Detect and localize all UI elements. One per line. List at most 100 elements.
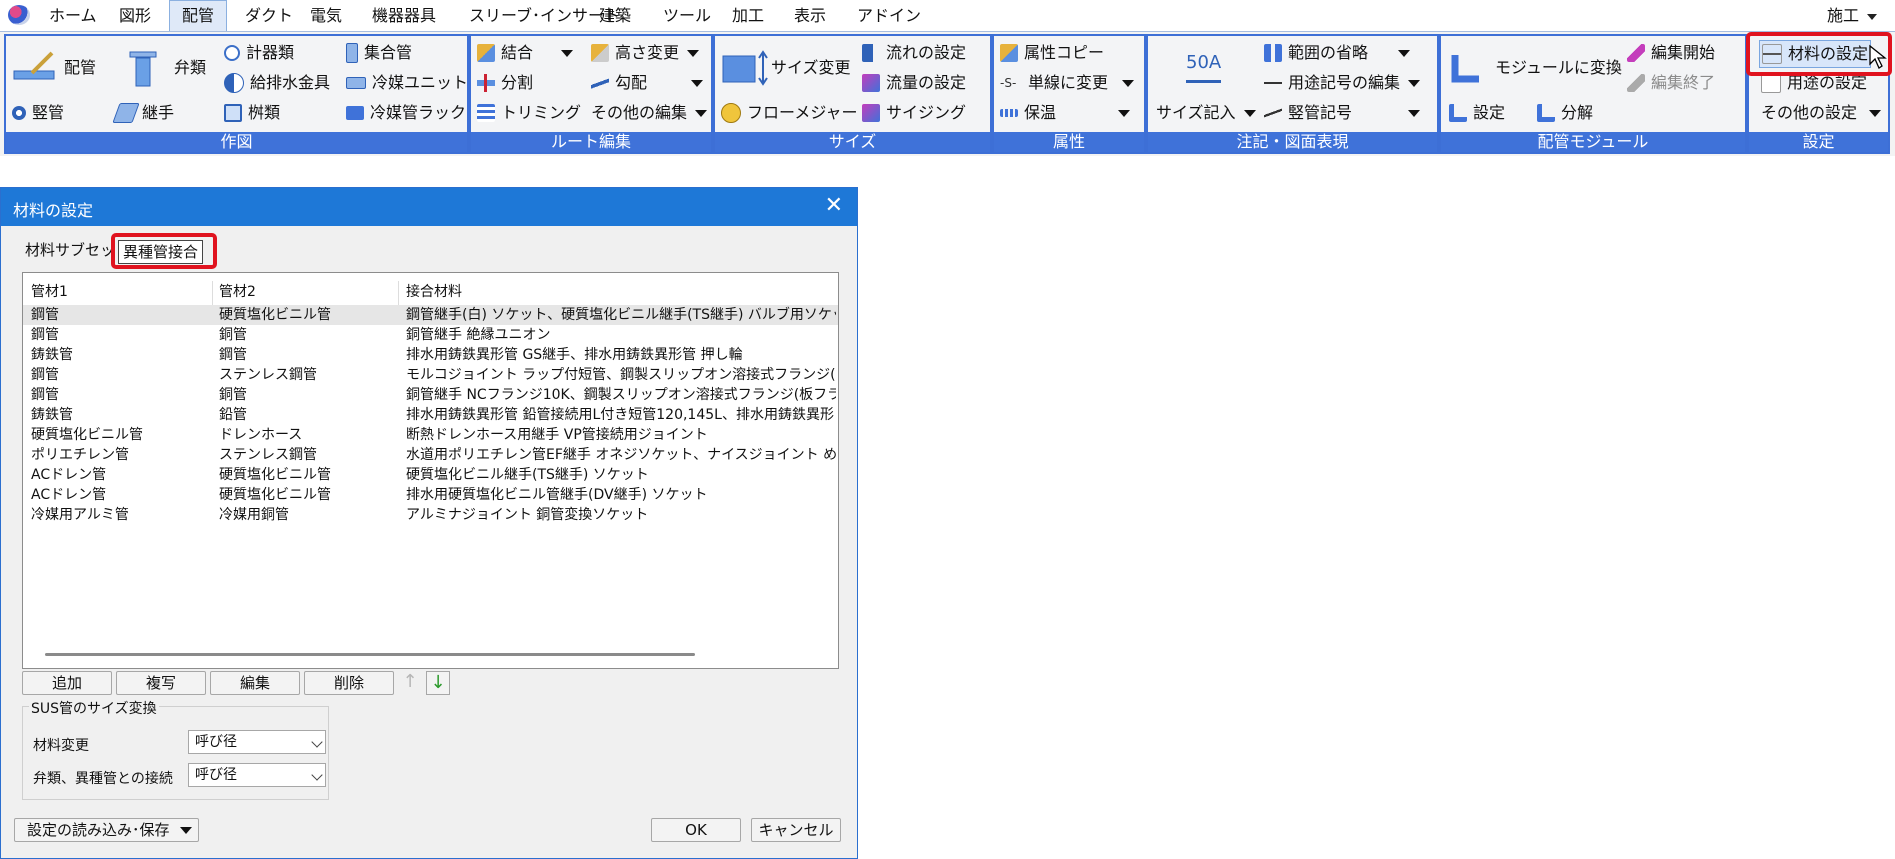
horizontal-scrollbar[interactable] bbox=[45, 653, 695, 656]
tatekan-label: 竪管 bbox=[32, 103, 65, 122]
column-header-kanzai1[interactable]: 管材1 bbox=[31, 281, 68, 301]
table-row[interactable]: ACドレン管 硬質塩化ビニル管 排水用硬質塩化ビニル管継手(DV継手) ソケット bbox=[23, 485, 838, 505]
cell-kanzai1: ACドレン管 bbox=[31, 467, 107, 483]
group-zokusei: 属性コピー -S- 単線に変更 保温 属性 bbox=[992, 34, 1146, 154]
column-header-kanzai2[interactable]: 管材2 bbox=[219, 281, 256, 301]
move-down-icon[interactable]: ↓ bbox=[426, 671, 450, 695]
menu-addin[interactable]: アドイン bbox=[845, 0, 933, 31]
table-row[interactable]: 鋼管 ステンレス鋼管 モルコジョイント ラップ付短管、鋼製スリップオン溶接式フランジ… bbox=[23, 365, 838, 385]
reibai-rack-button[interactable]: 冷媒管ラック bbox=[346, 100, 466, 126]
menu-haikan[interactable]: 配管 bbox=[169, 0, 228, 31]
menu-zukei[interactable]: 図形 bbox=[107, 0, 163, 31]
chevron-down-icon[interactable] bbox=[687, 49, 700, 57]
load-save-dropdown[interactable]: 設定の読み込み･保存 bbox=[14, 818, 199, 842]
edit-end-button[interactable]: 編集終了 bbox=[1627, 70, 1715, 96]
chevron-down-icon[interactable] bbox=[1869, 109, 1882, 117]
ryuryo-button[interactable]: 流量の設定 bbox=[862, 70, 966, 96]
bunkai-button[interactable]: 分解 bbox=[1537, 100, 1593, 126]
joint-list[interactable]: 管材1 管材2 接合材料 鋼管 硬質塩化ビニル管 鋼管継手(白) ソケット、硬質塩化… bbox=[22, 272, 839, 669]
menu-kenchiku[interactable]: 建築 bbox=[587, 0, 643, 31]
table-row[interactable]: 鋳鉄管 鋼管 排水用鋳鉄異形管 GS継手、排水用鋳鉄異形管 押し輪 bbox=[23, 345, 838, 365]
menu-tool[interactable]: ツール bbox=[651, 0, 723, 31]
chevron-down-icon[interactable] bbox=[1408, 109, 1421, 117]
shugokan-button[interactable]: 集合管 bbox=[346, 40, 412, 66]
takasa-button[interactable]: 高さ変更 bbox=[591, 40, 700, 66]
koubai-button[interactable]: 勾配 bbox=[591, 70, 704, 96]
chevron-down-icon[interactable] bbox=[695, 109, 708, 117]
menu-kiki[interactable]: 機器器具 bbox=[360, 0, 448, 31]
slope-icon bbox=[591, 74, 609, 92]
ok-button[interactable]: OK bbox=[651, 818, 741, 842]
move-up-icon[interactable]: ↑ bbox=[398, 671, 422, 695]
split-icon bbox=[477, 74, 495, 92]
dialog-titlebar[interactable]: 材料の設定 ✕ bbox=[1, 188, 857, 226]
menu-denki[interactable]: 電気 bbox=[298, 0, 354, 31]
tatekan-button[interactable]: 竪管 bbox=[12, 100, 64, 126]
module-settei-button[interactable]: 設定 bbox=[1449, 100, 1505, 126]
material-change-select[interactable]: 呼び径 bbox=[188, 730, 326, 754]
ketsugo-button[interactable]: 結合 bbox=[477, 40, 574, 66]
cell-kanzai2: ステンレス鋼管 bbox=[219, 447, 317, 463]
sizing-button[interactable]: サイジング bbox=[862, 100, 966, 126]
size-henko-label: サイズ変更 bbox=[771, 58, 851, 77]
table-row[interactable]: 硬質塩化ビニル管 ドレンホース 断熱ドレンホース用継手 VP管接続用ジョイント bbox=[23, 425, 838, 445]
chevron-down-icon[interactable] bbox=[1408, 79, 1421, 87]
table-row[interactable]: 鋼管 銅管 銅管継手 絶縁ユニオン bbox=[23, 325, 838, 345]
valve-connection-select[interactable]: 呼び径 bbox=[188, 763, 326, 787]
sizing-label: サイジング bbox=[886, 103, 967, 122]
tsugite-button[interactable]: 継手 bbox=[112, 100, 174, 126]
table-row[interactable]: ポリエチレン管 ステンレス鋼管 水道用ポリエチレン管EF継手 オネジソケット、ナイス… bbox=[23, 445, 838, 465]
table-row[interactable]: 鋼管 銅管 銅管継手 NCフランジ10K、鋼製スリップオン溶接式フランジ(板フランジ… bbox=[23, 385, 838, 405]
edit-button[interactable]: 編集 bbox=[210, 671, 300, 695]
benrui-button[interactable]: 弁類 bbox=[126, 48, 206, 88]
app-logo-icon[interactable] bbox=[8, 5, 30, 25]
nagare-button[interactable]: 流れの設定 bbox=[862, 40, 966, 66]
menu-home[interactable]: ホーム bbox=[37, 0, 109, 31]
hoon-button[interactable]: 保温 bbox=[1000, 100, 1131, 126]
bunkatsu-button[interactable]: 分割 bbox=[477, 70, 533, 96]
reibai-unit-button[interactable]: 冷媒ユニット bbox=[346, 70, 468, 96]
column-header-setsugo[interactable]: 接合材料 bbox=[406, 281, 462, 301]
table-row[interactable]: ACドレン管 硬質塩化ビニル管 硬質塩化ビニル継手(TS継手) ソケット bbox=[23, 465, 838, 485]
menu-hyoji[interactable]: 表示 bbox=[782, 0, 838, 31]
hani-button[interactable]: 範囲の省略 bbox=[1264, 40, 1411, 66]
zokusei-copy-button[interactable]: 属性コピー bbox=[1000, 40, 1104, 66]
table-row[interactable]: 鋳鉄管 鉛管 排水用鋳鉄異形管 鉛管接続用L付き短管120,145L、排水用鋳鉄異形 bbox=[23, 405, 838, 425]
masu-button[interactable]: 桝類 bbox=[224, 100, 280, 126]
chevron-down-icon[interactable] bbox=[1122, 79, 1135, 87]
faucet-icon bbox=[224, 73, 244, 93]
size-kinyu-button[interactable]: サイズ記入 bbox=[1156, 100, 1256, 126]
copy-button[interactable]: 複写 bbox=[116, 671, 206, 695]
delete-button[interactable]: 削除 bbox=[304, 671, 394, 695]
close-icon[interactable]: ✕ bbox=[825, 194, 843, 218]
tatekan-kigo-button[interactable]: 竪管記号 bbox=[1264, 100, 1421, 126]
size-henko-button[interactable]: サイズ変更 bbox=[721, 48, 851, 88]
tansen-button[interactable]: -S- 単線に変更 bbox=[1000, 70, 1135, 96]
menu-sekou[interactable]: 施工 bbox=[1827, 0, 1877, 31]
kyuhaisui-button[interactable]: 給排水金具 bbox=[224, 70, 330, 96]
flow-measure-button[interactable]: フローメジャー bbox=[721, 100, 858, 126]
keikirui-button[interactable]: 計器類 bbox=[224, 40, 294, 66]
haikan-button[interactable]: 配管 bbox=[12, 48, 96, 88]
edit-start-button[interactable]: 編集開始 bbox=[1627, 40, 1715, 66]
menu-kakou[interactable]: 加工 bbox=[720, 0, 776, 31]
yoto-kigo-button[interactable]: 用途記号の編集 bbox=[1264, 70, 1421, 96]
chevron-down-icon[interactable] bbox=[1118, 109, 1131, 117]
tatekan-kigo-label: 竪管記号 bbox=[1288, 103, 1353, 122]
chevron-down-icon[interactable] bbox=[1243, 109, 1256, 117]
cell-kanzai2: ドレンホース bbox=[219, 427, 303, 443]
trimming-button[interactable]: トリミング bbox=[477, 100, 581, 126]
table-row[interactable]: 鋼管 硬質塩化ビニル管 鋼管継手(白) ソケット、硬質塩化ビニル継手(TS継手) バ… bbox=[23, 305, 838, 325]
chevron-down-icon[interactable] bbox=[1398, 49, 1411, 57]
ryuryo-label: 流量の設定 bbox=[886, 73, 967, 92]
sonota-settei-button[interactable]: その他の設定 bbox=[1761, 100, 1882, 126]
add-button[interactable]: 追加 bbox=[22, 671, 112, 695]
chevron-down-icon[interactable] bbox=[561, 49, 574, 57]
table-row[interactable]: 冷媒用アルミ管 冷媒用銅管 アルミナジョイント 銅管変換ソケット bbox=[23, 505, 838, 525]
cell-setsugo: 硬質塩化ビニル継手(TS継手) ソケット bbox=[406, 467, 649, 483]
sonota-edit-button[interactable]: その他の編集 bbox=[591, 100, 708, 126]
chevron-down-icon[interactable] bbox=[691, 79, 704, 87]
cancel-button[interactable]: キャンセル bbox=[751, 818, 841, 842]
module-convert-button[interactable]: モジュールに変換 bbox=[1449, 48, 1622, 88]
menu-duct[interactable]: ダクト bbox=[233, 0, 305, 31]
